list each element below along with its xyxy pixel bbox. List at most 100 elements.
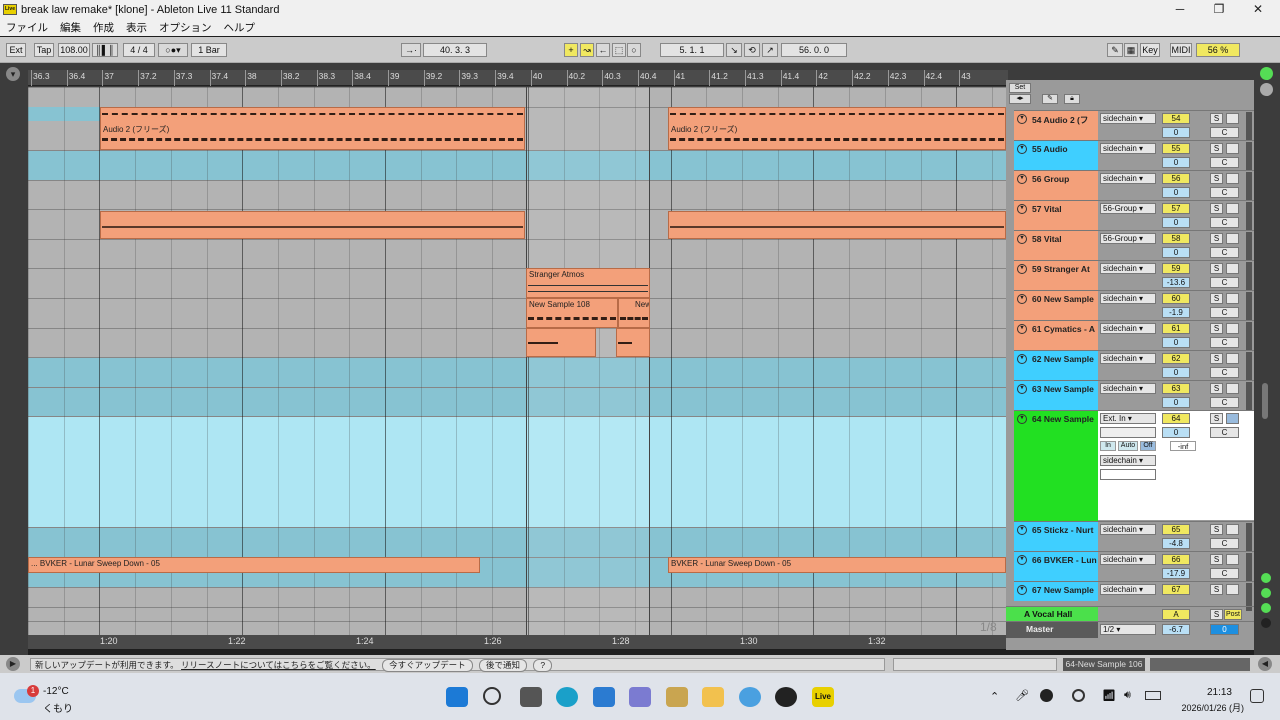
solo-button[interactable]: S (1210, 584, 1223, 595)
fold-icon[interactable]: ▾ (1017, 354, 1027, 364)
pan-field[interactable]: C (1210, 397, 1239, 408)
monitor-icon[interactable] (1226, 203, 1239, 214)
track-name[interactable]: ▾ 67 New Sample (1014, 582, 1098, 601)
track-header[interactable]: ▾ 61 Cymatics - A sidechain ▾ 61 S 0 C (1014, 320, 1256, 350)
master-lane[interactable] (28, 621, 1006, 635)
detail-view-toggle-icon[interactable]: ◀ (1258, 657, 1272, 671)
clock-date[interactable]: 2026/01/26 (月) (1172, 701, 1244, 714)
return-name[interactable]: A Vocal Hall (1006, 607, 1098, 622)
track-header[interactable]: ▾ 56 Group sidechain ▾ 56 S 0 C (1014, 170, 1256, 200)
solo-button[interactable]: S (1210, 203, 1223, 214)
solo-button[interactable]: S (1210, 323, 1223, 334)
arrangement-view[interactable]: Audio 2 (フリーズ) Audio 2 (フリーズ) Stranger A… (28, 87, 1006, 635)
track-name[interactable]: ▾ 62 New Sample (1014, 351, 1098, 380)
pan-field[interactable]: C (1210, 427, 1239, 438)
monitor-icon[interactable] (1226, 353, 1239, 364)
chatgpt-icon[interactable] (775, 687, 797, 707)
clip-cymatics-b[interactable] (616, 328, 650, 357)
search-icon[interactable] (483, 687, 501, 705)
track-lane-58[interactable] (28, 239, 1006, 268)
track-activator[interactable]: 61 (1162, 323, 1190, 334)
fold-icon[interactable]: ▾ (1017, 204, 1027, 214)
solo-button[interactable]: S (1210, 113, 1223, 124)
monitor-icon[interactable] (1226, 263, 1239, 274)
capture-icon[interactable]: ⬚ (612, 43, 626, 57)
volume-field[interactable]: -1.9 (1162, 307, 1190, 318)
fold-icon[interactable]: ▾ (1017, 294, 1027, 304)
track-header[interactable]: ▾ 57 Vital 56-Group ▾ 57 S 0 C (1014, 200, 1256, 230)
fold-icon[interactable]: ▾ (1017, 324, 1027, 334)
menu-view[interactable]: 表示 (126, 20, 147, 35)
pan-field[interactable]: C (1210, 337, 1239, 348)
tempo-nudge-icon[interactable]: ║▌║ (92, 43, 118, 57)
clip-cymatics-a[interactable] (526, 328, 596, 357)
output-dropdown[interactable]: sidechain ▾ (1100, 455, 1156, 466)
track-activator[interactable]: 63 (1162, 383, 1190, 394)
track-name[interactable]: ▾ 55 Audio (1014, 141, 1098, 170)
track-lane[interactable] (28, 87, 1006, 107)
menu-help[interactable]: ヘルプ (224, 20, 256, 35)
metronome-icon[interactable]: ○●▾ (158, 43, 188, 57)
track-name[interactable]: ▾ 54 Audio 2 (フ (1014, 111, 1098, 140)
draw-mode-icon[interactable]: ✎ (1107, 43, 1123, 57)
track-name[interactable]: ▾ 60 New Sample (1014, 291, 1098, 320)
clip-bvker-lunar-a[interactable]: ... BVKER - Lunar Sweep Down - 05 (28, 557, 480, 573)
track-lane-56[interactable] (28, 180, 1006, 209)
track-header[interactable]: ▾ 59 Stranger At sidechain ▾ 59 S -13.6 C (1014, 260, 1256, 290)
battery-icon[interactable] (1145, 691, 1161, 700)
monitor-icon[interactable] (1226, 524, 1239, 535)
routing-dropdown[interactable]: sidechain ▾ (1100, 143, 1156, 154)
pan-field[interactable]: C (1210, 157, 1239, 168)
file-explorer-icon[interactable] (702, 687, 724, 707)
track-activator[interactable]: 55 (1162, 143, 1190, 154)
overdub-icon[interactable]: + (564, 43, 578, 57)
re-enable-automation-icon[interactable]: ← (596, 43, 610, 57)
monitor-icon[interactable] (1226, 293, 1239, 304)
routing-dropdown[interactable]: sidechain ▾ (1100, 293, 1156, 304)
track-lane-65[interactable] (28, 527, 1006, 557)
clip-bvker-lunar-b[interactable]: BVKER - Lunar Sweep Down - 05 (668, 557, 1006, 573)
master-name[interactable]: Master (1006, 622, 1098, 638)
routing-dropdown[interactable]: sidechain ▾ (1100, 113, 1156, 124)
track-header[interactable]: ▾ 54 Audio 2 (フ sidechain ▾ 54 S 0 C (1014, 110, 1256, 140)
track-header[interactable]: ▾ 66 BVKER - Lun sidechain ▾ 66 S -17.9 C (1014, 551, 1256, 581)
fold-icon[interactable]: ▾ (1017, 555, 1027, 565)
routing-dropdown[interactable]: sidechain ▾ (1100, 524, 1156, 535)
pan-field[interactable]: C (1210, 568, 1239, 579)
release-notes-link[interactable]: リリースノートについてはこちらをご覧ください。 (181, 660, 376, 670)
track-activator[interactable]: 62 (1162, 353, 1190, 364)
pan-field[interactable]: C (1210, 538, 1239, 549)
volume-field[interactable]: 0 (1162, 187, 1190, 198)
volume-field[interactable]: 0 (1162, 247, 1190, 258)
solo-button[interactable]: S (1210, 233, 1223, 244)
beat-time-ruler[interactable]: 36.3 36.4 37 37.2 37.3 37.4 38 38.2 38.3 38.4 39 39… (28, 70, 1008, 86)
solo-button[interactable]: S (1210, 353, 1223, 364)
clip-vital-57-b[interactable] (668, 211, 1006, 239)
track-header[interactable]: ▾ 63 New Sample sidechain ▾ 63 S 0 C (1014, 380, 1256, 410)
clip-audio2-frozen-b[interactable]: Audio 2 (フリーズ) (668, 107, 1006, 150)
clip-new-sample-cut[interactable]: New (618, 298, 650, 328)
menu-create[interactable]: 作成 (93, 20, 114, 35)
clock-time[interactable]: 21:13 (1172, 687, 1232, 698)
monitor-icon[interactable] (1226, 584, 1239, 595)
solo-button[interactable]: S (1210, 413, 1223, 424)
track-name[interactable]: ▾ 57 Vital (1014, 201, 1098, 230)
post-button[interactable]: Post (1224, 609, 1242, 620)
time-signature-field[interactable]: 4 / 4 (123, 43, 155, 57)
monitor-icon[interactable] (1226, 143, 1239, 154)
monitor-in-button[interactable]: In (1100, 441, 1116, 451)
fold-icon[interactable]: ▾ (1017, 414, 1027, 424)
keyboard-icon[interactable]: ▦ (1124, 43, 1138, 57)
tempo-field[interactable]: 108.00 (58, 43, 90, 57)
track-lane-62[interactable] (28, 357, 1006, 387)
pan-field[interactable]: C (1210, 277, 1239, 288)
monitor-icon[interactable] (1226, 383, 1239, 394)
routing-dropdown[interactable]: sidechain ▾ (1100, 173, 1156, 184)
menu-file[interactable]: ファイル (6, 20, 48, 35)
volume-field[interactable]: -13.6 (1162, 277, 1190, 288)
track-activator[interactable]: 54 (1162, 113, 1190, 124)
sync-icon[interactable] (1072, 689, 1085, 702)
output-channel-field[interactable] (1100, 469, 1156, 480)
pan-field[interactable]: C (1210, 127, 1239, 138)
fold-icon[interactable]: ▾ (1017, 264, 1027, 274)
